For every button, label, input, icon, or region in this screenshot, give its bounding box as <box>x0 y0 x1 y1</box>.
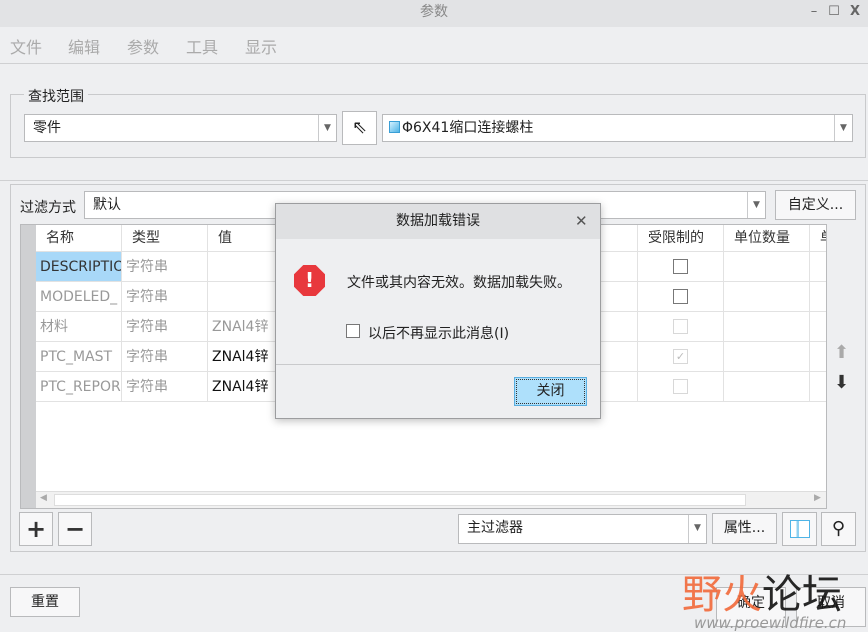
dialog-close-button[interactable]: 关闭 <box>514 377 587 406</box>
cell-unit[interactable] <box>810 372 826 402</box>
cell-type[interactable]: 字符串 <box>122 342 208 372</box>
cell-unit[interactable] <box>810 312 826 342</box>
menu-tools[interactable]: 工具 <box>186 34 218 58</box>
cell-unit[interactable] <box>810 342 826 372</box>
cell-restricted <box>638 372 724 402</box>
column-header[interactable]: 类型 <box>122 225 208 252</box>
cell-unit[interactable] <box>810 282 826 312</box>
restricted-checkbox[interactable] <box>673 289 688 304</box>
chevron-down-icon: ▼ <box>834 115 852 141</box>
error-icon: ! <box>294 265 325 296</box>
columns-button[interactable] <box>782 512 817 546</box>
search-button[interactable]: ⚲ <box>821 512 856 546</box>
cell-restricted <box>638 252 724 282</box>
cell-unit-quantity[interactable] <box>724 342 810 372</box>
close-window-button[interactable]: X <box>847 4 863 20</box>
cursor-arrow-icon: ⇖ <box>351 117 368 138</box>
filter-value: 默认 <box>93 197 121 213</box>
cell-unit-quantity[interactable] <box>724 372 810 402</box>
cell-restricted: ✓ <box>638 342 724 372</box>
restricted-checkbox[interactable] <box>673 379 688 394</box>
filter-label: 过滤方式 <box>20 200 76 216</box>
column-header[interactable]: 受限制的 <box>638 225 724 252</box>
move-down-icon[interactable]: ⬇ <box>834 372 849 393</box>
chevron-down-icon: ▼ <box>747 192 765 218</box>
main-filter-select[interactable]: 主过滤器 ▼ <box>458 514 707 544</box>
horizontal-scrollbar[interactable]: ◀ ▶ <box>36 491 826 508</box>
menu-display[interactable]: 显示 <box>245 34 277 58</box>
cell-unit-quantity[interactable] <box>724 282 810 312</box>
restricted-checkbox[interactable] <box>673 319 688 334</box>
table-columns-icon <box>790 520 810 538</box>
menu-parameters[interactable]: 参数 <box>127 34 159 58</box>
cell-type[interactable]: 字符串 <box>122 282 208 312</box>
cell-name[interactable]: PTC_REPOR <box>36 372 122 402</box>
cell-unit-quantity[interactable] <box>724 252 810 282</box>
cell-type[interactable]: 字符串 <box>122 252 208 282</box>
minus-icon: − <box>64 515 86 543</box>
scroll-right-icon[interactable]: ▶ <box>814 493 821 503</box>
reset-button[interactable]: 重置 <box>10 587 80 617</box>
scope-label: 查找范围 <box>24 86 88 106</box>
divider <box>276 364 600 365</box>
add-parameter-button[interactable]: + <box>19 512 53 546</box>
chevron-down-icon: ▼ <box>688 515 706 543</box>
scope-type-select[interactable]: 零件 ▼ <box>24 114 337 142</box>
cell-name[interactable]: PTC_MAST <box>36 342 122 372</box>
properties-button[interactable]: 属性... <box>712 513 777 544</box>
dialog-title-bar: 数据加载错误 <box>276 204 600 239</box>
plus-icon: + <box>25 515 47 543</box>
scope-model-select[interactable]: Φ6X41缩口连接螺柱 ▼ <box>382 114 853 142</box>
remove-parameter-button[interactable]: − <box>58 512 92 546</box>
title-bar: 参数 <box>0 0 868 27</box>
restricted-checkbox[interactable] <box>673 259 688 274</box>
cell-name[interactable]: MODELED_ <box>36 282 122 312</box>
cell-unit-quantity[interactable] <box>724 312 810 342</box>
error-dialog: 数据加载错误 ✕ ! 文件或其内容无效。数据加载失败。 以后不再显示此消息(I)… <box>275 203 601 419</box>
scrollbar-thumb[interactable] <box>54 494 746 506</box>
divider <box>0 180 868 181</box>
main-filter-value: 主过滤器 <box>467 520 523 536</box>
cell-restricted <box>638 282 724 312</box>
menu-file[interactable]: 文件 <box>10 34 42 58</box>
cell-name[interactable]: 材料 <box>36 312 122 342</box>
menu-edit[interactable]: 编辑 <box>68 34 100 58</box>
cell-type[interactable]: 字符串 <box>122 372 208 402</box>
cancel-button[interactable]: 取消 <box>796 587 866 627</box>
error-message: 文件或其内容无效。数据加载失败。 <box>347 275 571 291</box>
restricted-checkbox[interactable]: ✓ <box>673 349 688 364</box>
row-header-strip <box>21 225 36 508</box>
chevron-down-icon: ▼ <box>318 115 336 141</box>
part-cube-icon <box>389 121 400 133</box>
scope-model-value: Φ6X41缩口连接螺柱 <box>402 120 534 136</box>
column-header[interactable]: 单 <box>810 225 826 252</box>
cell-name[interactable]: DESCRIPTIO <box>36 252 122 282</box>
column-header[interactable]: 名称 <box>36 225 122 252</box>
cell-unit[interactable] <box>810 252 826 282</box>
dont-show-checkbox[interactable] <box>346 324 360 338</box>
select-model-button[interactable]: ⇖ <box>342 111 377 145</box>
divider <box>0 574 868 575</box>
cell-restricted <box>638 312 724 342</box>
maximize-button[interactable]: ☐ <box>826 4 842 20</box>
move-up-icon[interactable]: ⬆ <box>834 342 849 363</box>
cell-type[interactable]: 字符串 <box>122 312 208 342</box>
window-title: 参数 <box>420 4 448 20</box>
dialog-close-icon[interactable]: ✕ <box>575 212 588 230</box>
dont-show-label[interactable]: 以后不再显示此消息(I) <box>368 323 509 343</box>
customize-button[interactable]: 自定义... <box>775 190 856 220</box>
binoculars-icon: ⚲ <box>831 518 846 539</box>
scroll-left-icon[interactable]: ◀ <box>40 493 47 503</box>
ok-button[interactable]: 确定 <box>716 587 786 627</box>
minimize-button[interactable]: – <box>806 4 822 20</box>
column-header[interactable]: 单位数量 <box>724 225 810 252</box>
dialog-title: 数据加载错误 <box>396 213 480 229</box>
scope-type-value: 零件 <box>33 120 61 136</box>
